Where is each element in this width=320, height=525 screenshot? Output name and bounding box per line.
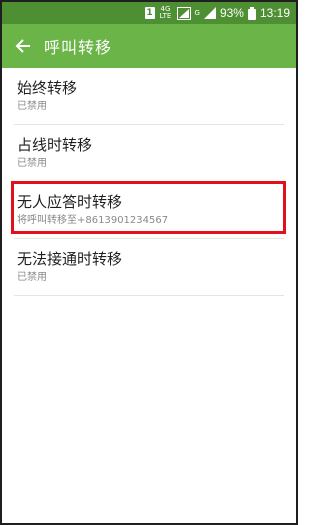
setting-title: 占线时转移: [17, 136, 93, 154]
setting-forward-when-unanswered[interactable]: 无人应答时转移 将呼叫转移至+8613901234567: [2, 182, 296, 238]
back-button[interactable]: [2, 24, 44, 68]
signal-strength-icon-2: [203, 6, 216, 20]
arrow-left-icon: [15, 39, 30, 53]
setting-status: 已禁用: [17, 101, 47, 112]
sim-card-icon: 1: [144, 7, 155, 19]
status-bar: 1 4G LTE G 93% 13:19: [2, 2, 296, 24]
page-title: 呼叫转移: [44, 40, 113, 57]
lte-icon: 4G LTE: [159, 6, 173, 20]
setting-status: 已禁用: [17, 158, 47, 169]
setting-forward-when-busy[interactable]: 占线时转移 已禁用: [2, 125, 296, 181]
battery-percent: 93%: [219, 6, 244, 20]
setting-title: 无法接通时转移: [17, 250, 123, 268]
setting-always-forward[interactable]: 始终转移 已禁用: [2, 68, 296, 124]
clock: 13:19: [259, 6, 290, 20]
divider: [14, 295, 284, 296]
call-forwarding-list: 始终转移 已禁用 占线时转移 已禁用 无人应答时转移 将呼叫转移至+861390…: [2, 68, 296, 296]
signal-strength-icon: [176, 6, 191, 20]
network-g-icon: G: [194, 9, 200, 17]
setting-status: 将呼叫转移至+8613901234567: [17, 215, 169, 226]
app-bar: 呼叫转移: [2, 24, 296, 68]
network-type-bottom: LTE: [159, 12, 172, 20]
battery-icon: [247, 6, 256, 20]
setting-forward-when-unreachable[interactable]: 无法接通时转移 已禁用: [2, 239, 296, 295]
setting-title: 始终转移: [17, 79, 78, 97]
setting-status: 已禁用: [17, 272, 47, 283]
setting-title: 无人应答时转移: [17, 193, 123, 211]
